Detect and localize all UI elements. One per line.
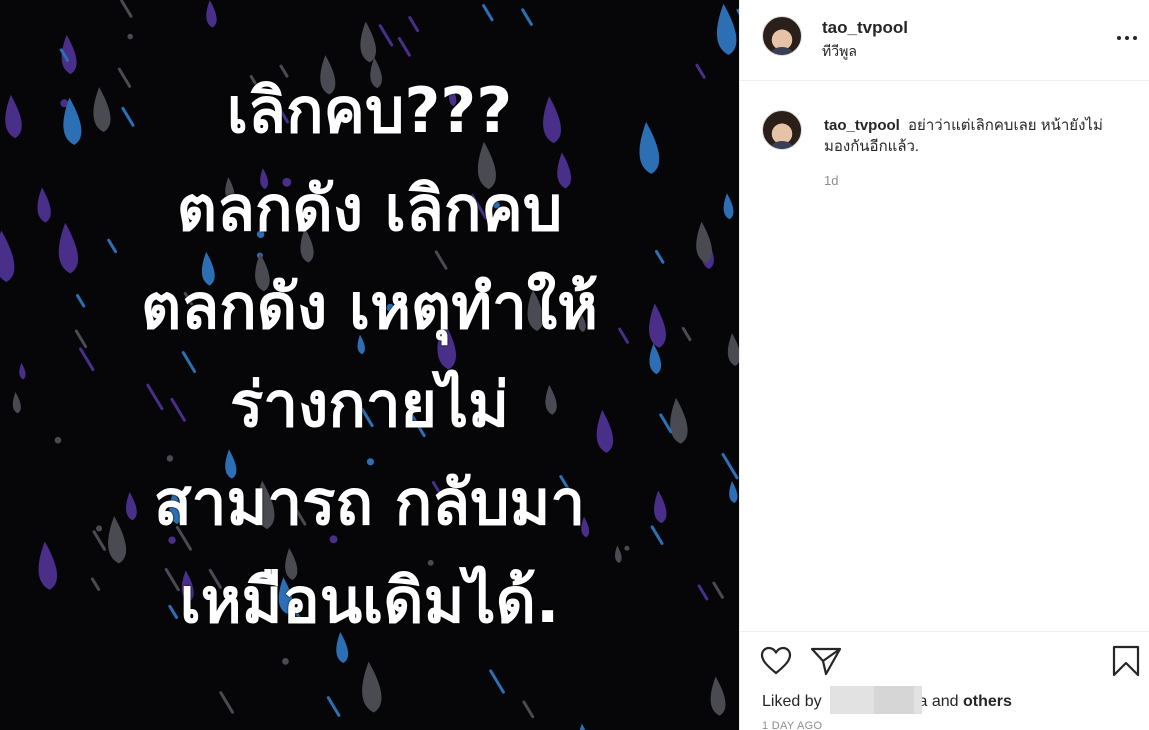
- avatar[interactable]: [762, 16, 802, 56]
- paper-plane-icon[interactable]: [810, 646, 842, 681]
- post-sidebar: tao_tvpool ทีวีพูล tao_tvpool อย่าว่าแต่…: [739, 0, 1149, 730]
- raindrop: [378, 24, 394, 47]
- raindrop: [397, 36, 411, 57]
- blurred-username: [874, 686, 915, 714]
- liked-by: Liked by a and others: [762, 686, 1012, 716]
- raindrop: [521, 8, 533, 26]
- heart-icon[interactable]: [760, 646, 792, 681]
- post-image-line: ร่างกายไม่: [229, 368, 510, 441]
- more-horizontal-icon[interactable]: [1112, 28, 1142, 48]
- raindrop: [120, 0, 133, 18]
- raindrop: [489, 669, 505, 694]
- raindrop: [206, 0, 217, 28]
- liked-by-suffix: a and: [918, 693, 959, 711]
- comment-text: tao_tvpool อย่าว่าแต่เลิกคบเลย หน้ายังไม…: [824, 115, 1124, 157]
- post-image-line: ตลกดัง เลิกคบ: [176, 172, 563, 245]
- comment-username[interactable]: tao_tvpool: [824, 117, 900, 134]
- raindrop: [326, 696, 341, 717]
- header-username[interactable]: tao_tvpool: [822, 18, 908, 38]
- raindrop: [360, 21, 377, 63]
- raindrop: [282, 658, 289, 665]
- post-actions: Liked by a and others 1 DAY AGO: [740, 631, 1149, 730]
- raindrop: [219, 691, 235, 714]
- bookmark-icon[interactable]: [1112, 645, 1140, 682]
- post-image[interactable]: เลิกคบ??? ตลกดัง เลิกคบ ตลกดัง เหตุทำให้…: [0, 0, 739, 730]
- comment-time[interactable]: 1d: [824, 173, 838, 188]
- post-date[interactable]: 1 DAY AGO: [762, 720, 822, 730]
- post-image-line: สามารถ กลับมา: [153, 466, 586, 539]
- post-header: tao_tvpool ทีวีพูล: [740, 0, 1149, 81]
- post-image-line: ตลกดัง เหตุทำให้: [140, 270, 599, 343]
- post-image-line: เลิกคบ???: [226, 74, 513, 147]
- raindrop: [482, 4, 494, 22]
- liked-by-prefix: Liked by: [762, 693, 822, 711]
- post-image-line: เหมือนเดิมได้.: [179, 564, 560, 637]
- raindrop: [710, 676, 726, 716]
- raindrop: [127, 33, 133, 40]
- avatar[interactable]: [762, 110, 802, 150]
- raindrop: [408, 16, 420, 33]
- raindrop: [522, 700, 535, 719]
- header-location[interactable]: ทีวีพูล: [822, 41, 857, 63]
- post-image-text: เลิกคบ??? ตลกดัง เลิกคบ ตลกดัง เหตุทำให้…: [0, 62, 739, 650]
- raindrop: [362, 661, 382, 713]
- raindrop: [579, 723, 586, 730]
- liked-by-others[interactable]: others: [963, 693, 1012, 710]
- raindrop: [716, 3, 737, 55]
